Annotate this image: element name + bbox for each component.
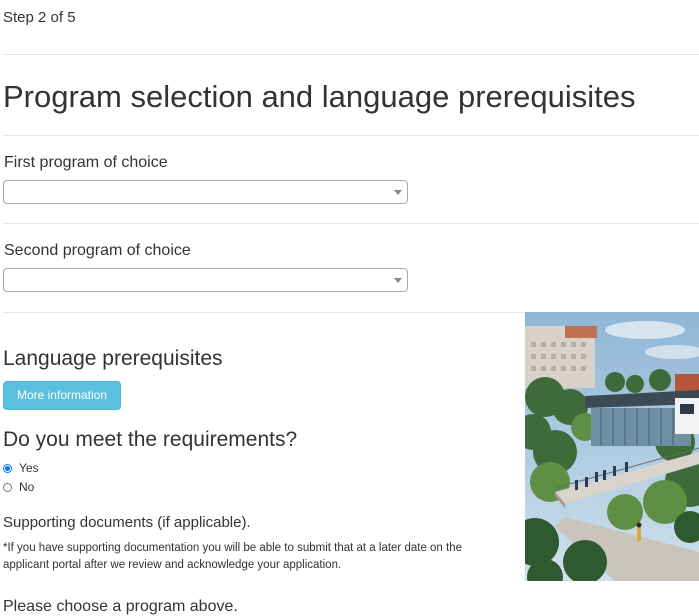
divider xyxy=(3,54,699,55)
second-program-label: Second program of choice xyxy=(4,242,191,259)
radio-yes[interactable]: Yes xyxy=(3,461,39,475)
divider xyxy=(3,223,699,224)
second-program-select[interactable] xyxy=(3,268,408,292)
choose-program-message: Please choose a program above. xyxy=(3,598,238,615)
divider xyxy=(3,135,699,136)
divider xyxy=(3,312,525,313)
more-information-button[interactable]: More information xyxy=(3,381,121,410)
campus-image xyxy=(525,312,699,581)
supporting-documents-heading: Supporting documents (if applicable). xyxy=(3,514,251,531)
supporting-documents-note: *If you have supporting documentation yo… xyxy=(3,542,463,571)
step-indicator: Step 2 of 5 xyxy=(3,9,76,26)
radio-no[interactable]: No xyxy=(3,480,34,494)
chevron-down-icon xyxy=(394,278,402,283)
radio-no-label: No xyxy=(19,480,35,494)
page-title: Program selection and language prerequis… xyxy=(3,79,636,114)
language-prerequisites-heading: Language prerequisites xyxy=(3,347,223,370)
radio-no-control[interactable] xyxy=(3,482,12,492)
requirements-question: Do you meet the requirements? xyxy=(3,428,298,451)
radio-yes-label: Yes xyxy=(19,461,39,475)
first-program-select[interactable] xyxy=(3,180,408,204)
radio-yes-control[interactable] xyxy=(3,463,12,473)
first-program-label: First program of choice xyxy=(4,154,168,171)
chevron-down-icon xyxy=(394,190,402,195)
